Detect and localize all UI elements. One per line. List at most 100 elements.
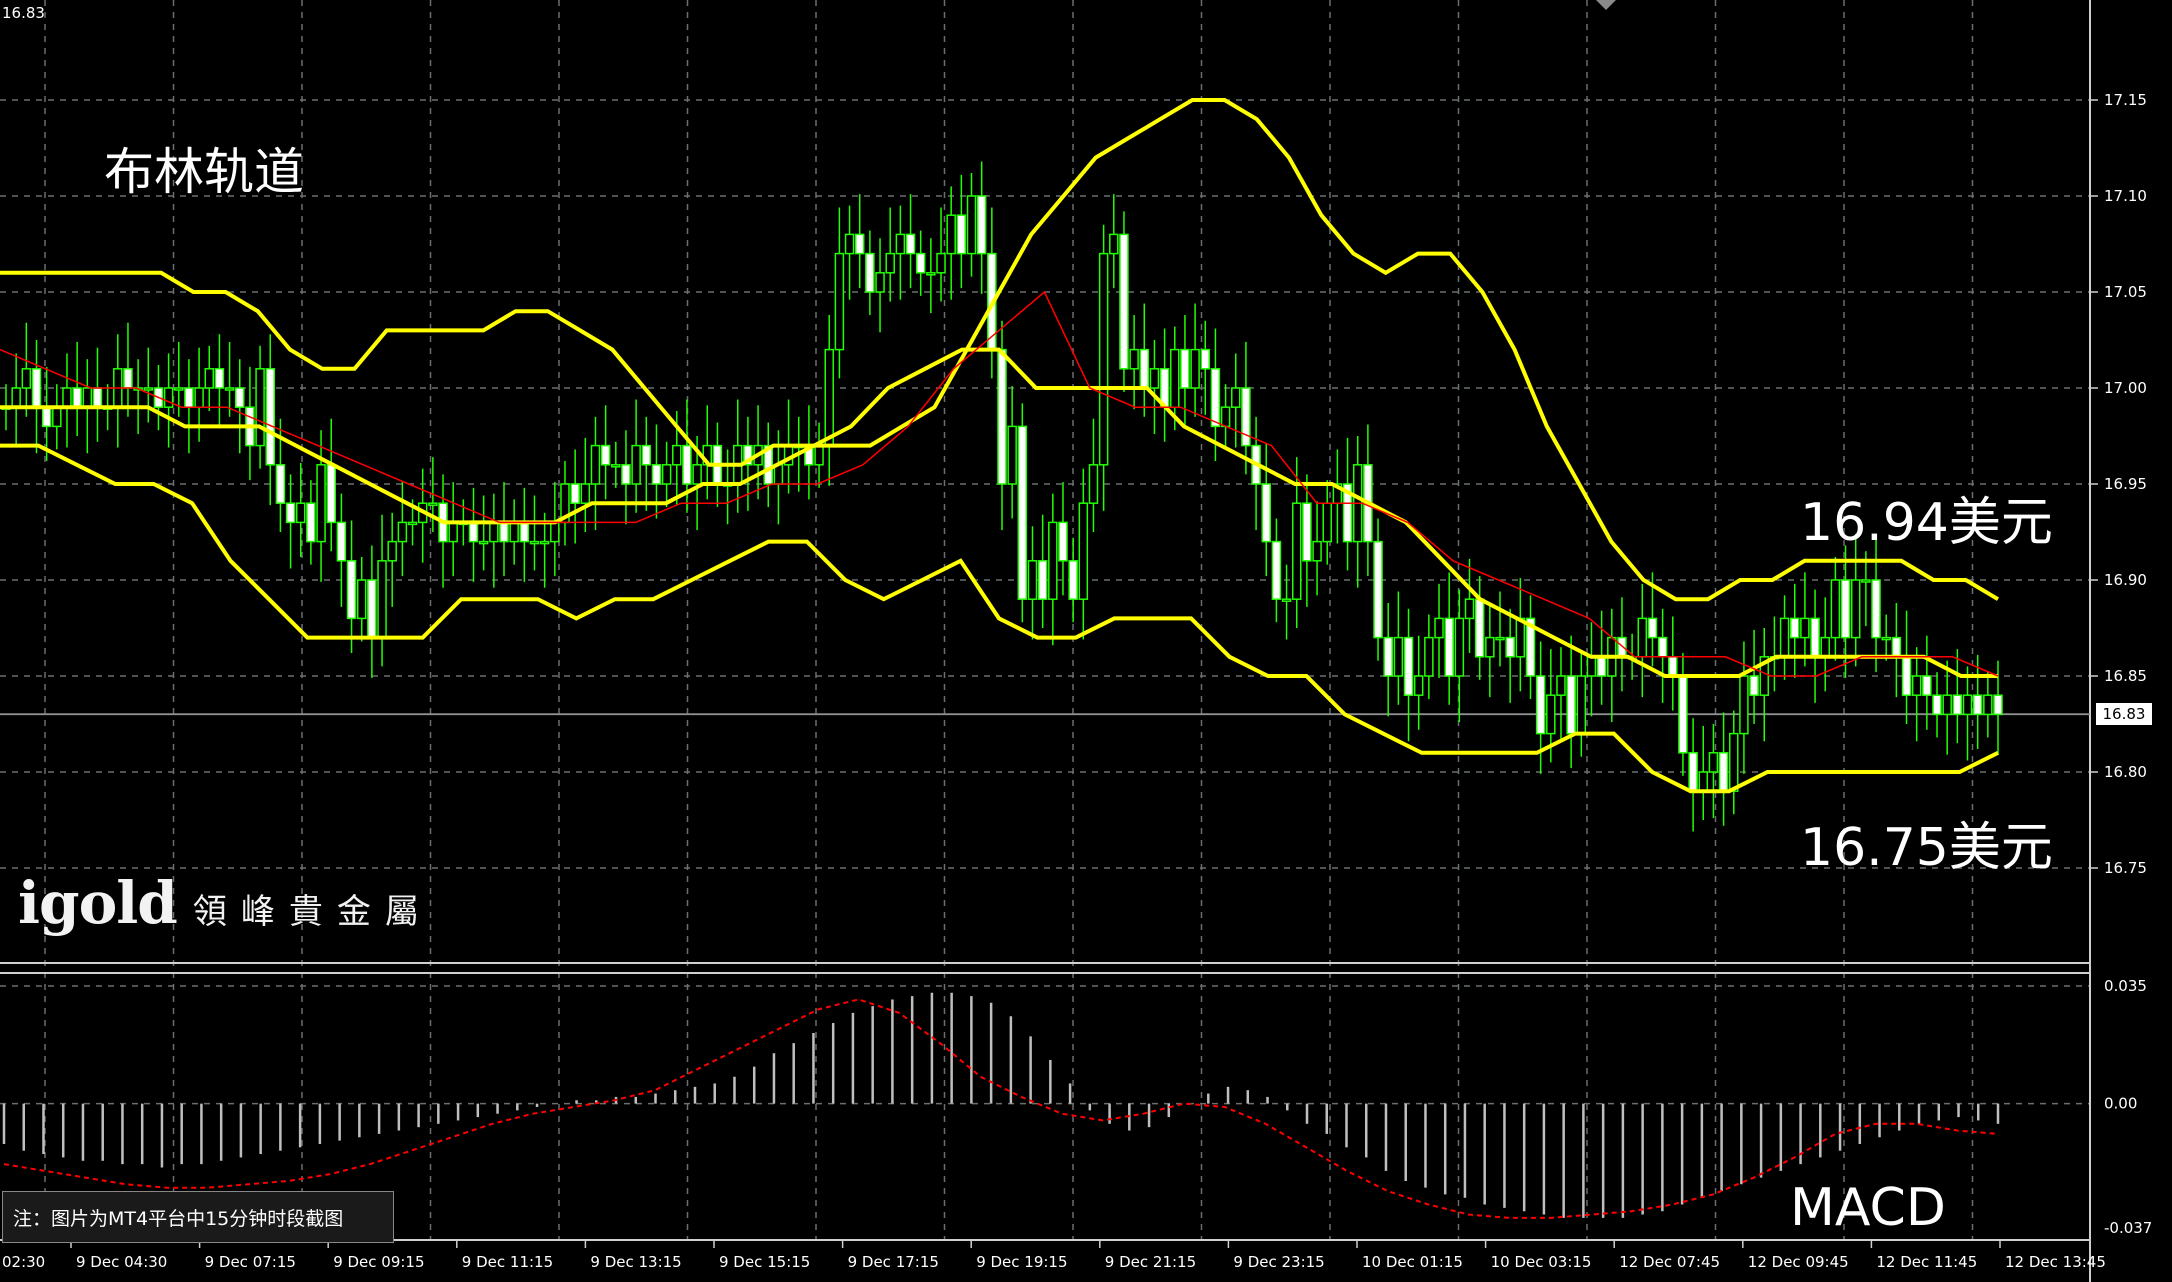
candle-body (1850, 579, 1861, 639)
candle-body (590, 444, 601, 485)
candle-body (204, 368, 215, 389)
candle-body (550, 521, 560, 543)
candle-body (163, 387, 174, 408)
candle-body (31, 368, 42, 408)
candle-body (976, 195, 987, 255)
candle-body (895, 233, 906, 255)
time-tick-label: 9 Dec 21:15 (1105, 1253, 1196, 1271)
candle-body (865, 252, 875, 293)
candle-body (1119, 233, 1129, 370)
candle-body (1231, 387, 1241, 408)
candle-body (692, 464, 702, 485)
time-tick-label: 12 Dec 07:45 (1619, 1253, 1720, 1271)
candle-body (1068, 560, 1078, 600)
candle-body (1098, 252, 1109, 466)
candle-body (1861, 579, 1871, 583)
candle-body (1932, 694, 1942, 716)
logo-main-text: igold (18, 868, 178, 937)
price-tick-label: 16.75 (2104, 859, 2147, 877)
candle-body (1383, 636, 1393, 677)
candle-body (1556, 675, 1566, 696)
candle-body (1515, 617, 1526, 658)
time-tick-label: 9 Dec 13:15 (590, 1253, 681, 1271)
candle-body (62, 387, 72, 408)
candle-body (824, 348, 834, 447)
candle-body (834, 252, 845, 351)
candle-body (499, 521, 509, 543)
price-tick-label: 16.80 (2104, 763, 2147, 781)
candle-body (509, 521, 519, 543)
candle-body (255, 368, 265, 447)
candle-body (1302, 502, 1312, 562)
time-tick-label: 9 Dec 07:15 (205, 1253, 296, 1271)
candle-body (224, 387, 235, 391)
candle-body (21, 368, 32, 389)
candle-body (672, 444, 682, 466)
candle-body (1037, 560, 1048, 600)
candle-body (661, 464, 672, 485)
candle-body (1434, 617, 1444, 639)
candle-body (631, 444, 641, 485)
price-axis: 17.15 17.10 17.05 17.00 16.95 16.90 16.85 16.80… (2090, 91, 2147, 877)
candle-body (611, 464, 621, 468)
candle-body (123, 368, 133, 389)
macd-label: MACD (1790, 1178, 1946, 1238)
candle-body (1800, 617, 1810, 639)
candle-body (295, 502, 306, 524)
current-price-tag: 16.83 (2096, 703, 2152, 726)
time-tick-label: 9 Dec 15:15 (719, 1253, 810, 1271)
macd-tick-label: 0.035 (2104, 977, 2147, 995)
candle-body (174, 387, 184, 391)
candle-body (1546, 694, 1556, 735)
candle-body (1048, 521, 1058, 600)
candle-body (1129, 348, 1139, 370)
candle-body (1464, 598, 1475, 620)
price-tick-label: 16.85 (2104, 667, 2147, 685)
bollinger-lower-line (0, 443, 1999, 794)
candle-body (682, 444, 692, 485)
candle-body (1891, 636, 1902, 658)
candle-body (814, 444, 824, 466)
candle-body (1637, 617, 1648, 658)
price-tick-label: 16.95 (2104, 475, 2147, 493)
candle-body (570, 483, 580, 504)
screenshot-note: 注：图片为MT4平台中15分钟时段截图 (2, 1191, 394, 1243)
candle-body (621, 464, 631, 485)
candle-body (956, 214, 967, 255)
candle-body (1688, 752, 1698, 792)
candle-body (915, 252, 926, 274)
candle-body (1535, 675, 1546, 735)
candle-body (946, 214, 956, 255)
candle-body (1139, 348, 1150, 389)
price-tick-label: 17.00 (2104, 379, 2147, 397)
candle-body (1779, 617, 1790, 658)
macd-axis: 0.035 0.00 -0.037 (2104, 977, 2152, 1237)
candle-body (1413, 675, 1424, 696)
candle-body (468, 521, 479, 543)
candle-body (428, 502, 438, 506)
time-tick-label: 02:30 (2, 1253, 45, 1271)
candle-body (519, 521, 530, 543)
upper-band-label: 16.94美元 (1800, 493, 2053, 553)
candle-body (1749, 675, 1759, 696)
candle-body (1708, 752, 1719, 773)
candle-body (1586, 656, 1597, 677)
candle-body (1180, 348, 1190, 389)
candle-body (1017, 425, 1028, 600)
candle-body (1505, 636, 1515, 658)
candle-body (1922, 675, 1932, 696)
candle-body (580, 483, 591, 504)
candle-body (1322, 502, 1332, 543)
candle-body (1789, 617, 1800, 639)
candle-body (641, 444, 652, 466)
candle-body (1109, 233, 1119, 255)
candle-body (478, 540, 489, 545)
scroll-marker-icon[interactable] (1596, 0, 1616, 10)
candle-body (936, 252, 946, 274)
candle-body (1830, 579, 1841, 639)
candle-body (1718, 752, 1729, 792)
candle-body (82, 387, 93, 408)
top-left-price: 16.83 (2, 4, 45, 22)
time-tick-label: 9 Dec 17:15 (848, 1253, 939, 1271)
candle-body (1312, 540, 1322, 562)
